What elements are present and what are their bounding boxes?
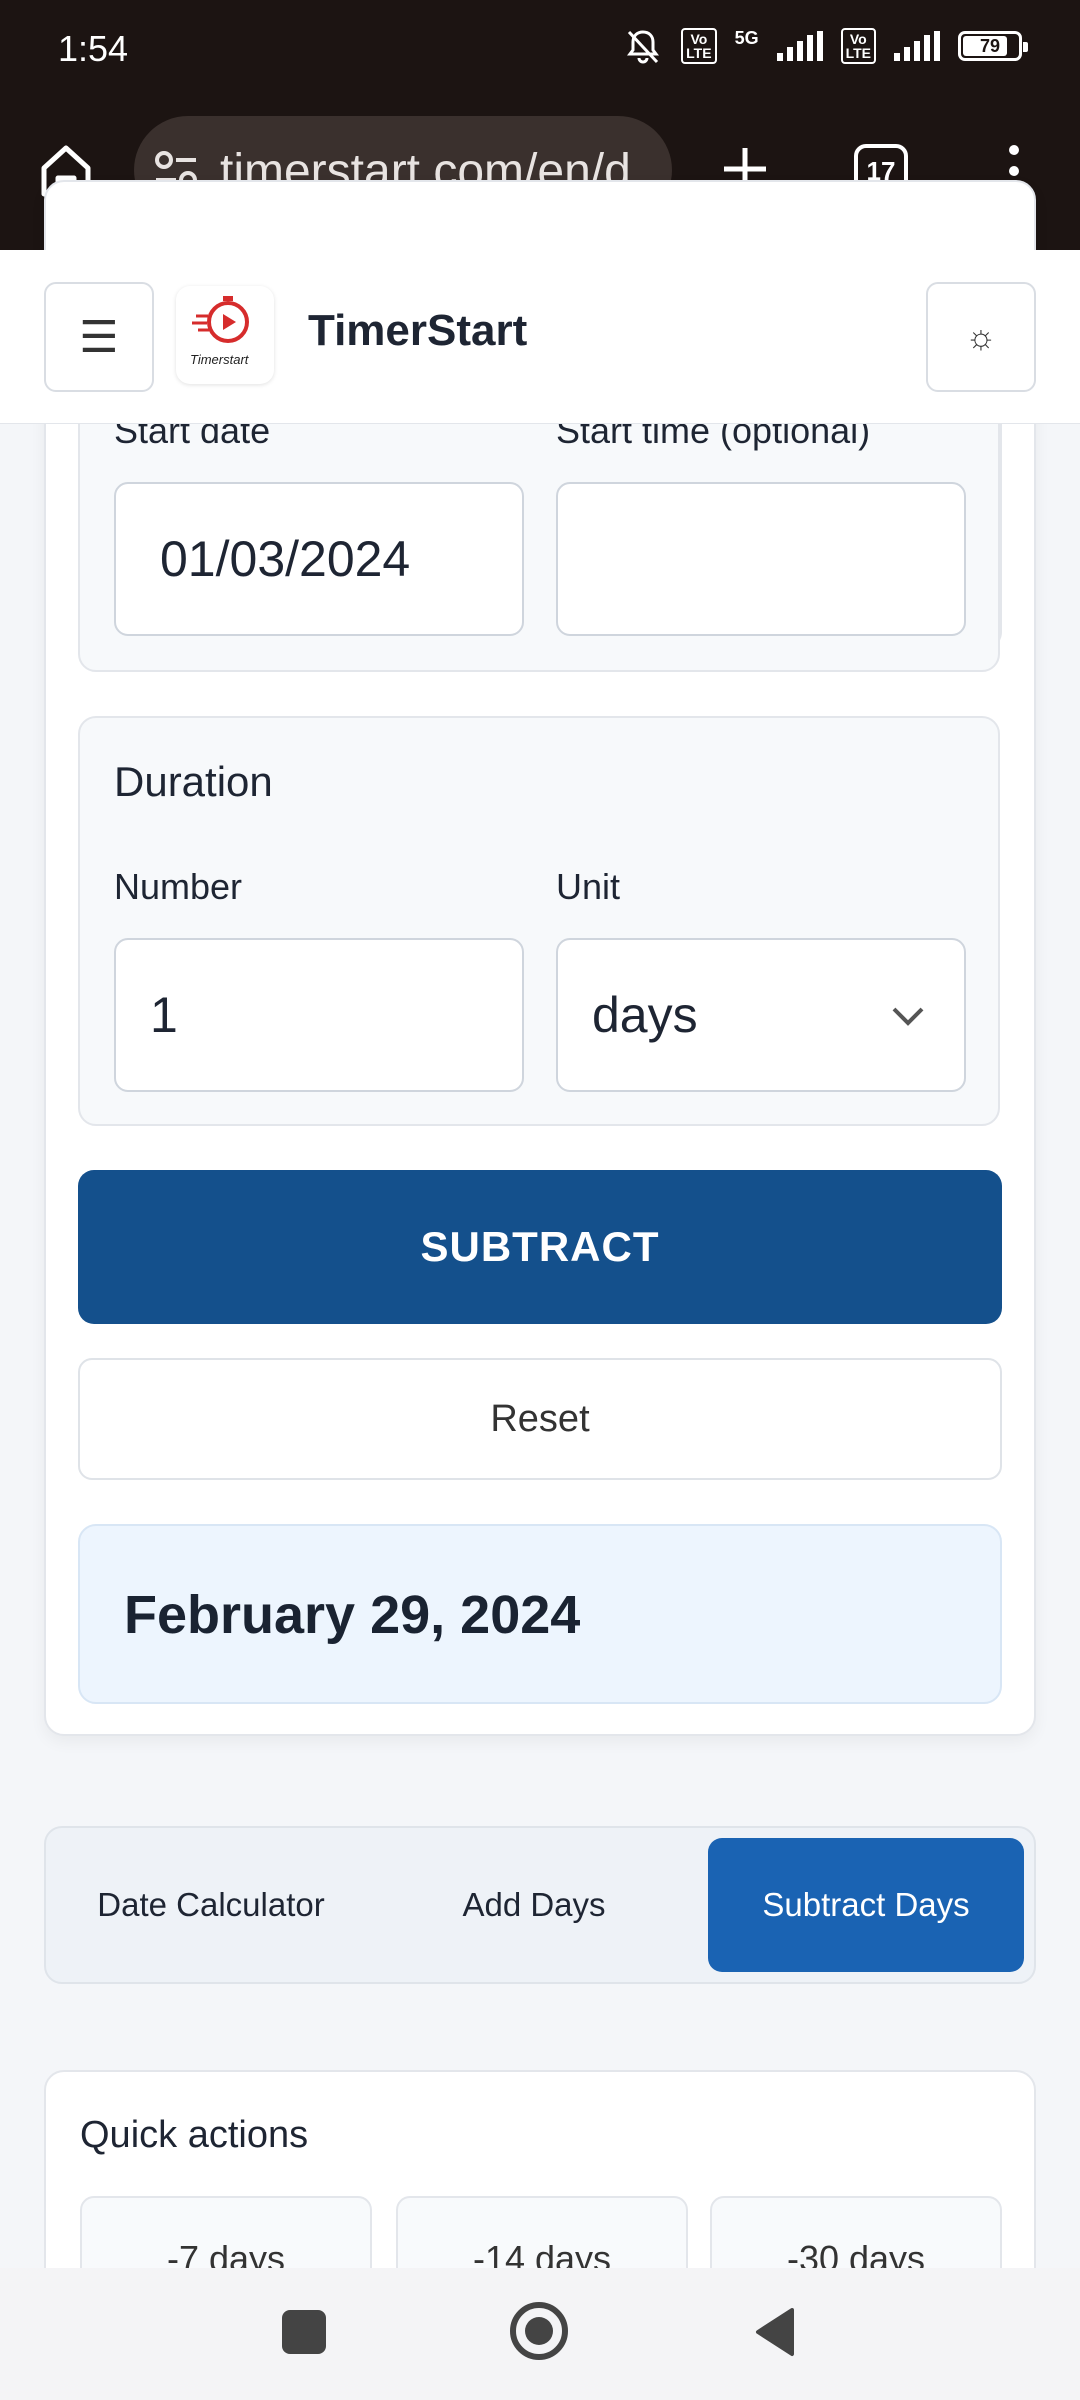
- theme-toggle-button[interactable]: ☼: [926, 282, 1036, 392]
- start-date-value: 01/03/2024: [160, 531, 411, 587]
- tab-add-days[interactable]: Add Days: [376, 1838, 692, 1972]
- signal-icon: [776, 31, 823, 61]
- battery-level: 79: [979, 35, 1001, 56]
- subtract-button[interactable]: SUBTRACT: [78, 1170, 1002, 1324]
- signal-icon-2: [894, 31, 940, 61]
- home-nav-icon[interactable]: [510, 2302, 568, 2360]
- hamburger-icon: ☰: [79, 312, 119, 362]
- tab-date-calculator[interactable]: Date Calculator: [56, 1838, 366, 1972]
- number-input[interactable]: 1: [114, 938, 524, 1092]
- battery-icon: 79: [958, 31, 1028, 61]
- status-icons: Vo LTE 5G Vo LTE 79: [623, 28, 1028, 64]
- volte-icon: Vo LTE: [681, 28, 717, 64]
- sun-icon: ☼: [965, 317, 997, 356]
- recents-icon[interactable]: [282, 2310, 326, 2354]
- unit-value: days: [592, 987, 698, 1043]
- site-title[interactable]: TimerStart: [308, 306, 527, 356]
- logo[interactable]: Timerstart: [176, 286, 274, 384]
- start-date-input[interactable]: 01/03/2024: [114, 482, 524, 636]
- quick-actions-title: Quick actions: [80, 2114, 309, 2156]
- system-nav-bar: [0, 2268, 1080, 2400]
- reset-button[interactable]: Reset: [78, 1358, 1002, 1480]
- chevron-down-icon: [892, 1007, 924, 1026]
- silent-bell-icon: [627, 30, 660, 64]
- logo-wordmark: Timerstart: [190, 352, 249, 367]
- mode-tabs: Date Calculator Add Days Subtract Days: [44, 1826, 1036, 1984]
- menu-button[interactable]: ☰: [44, 282, 154, 392]
- site-header: ☰ Timerstart TimerStart ☼: [0, 250, 1080, 424]
- start-time-input[interactable]: [556, 482, 966, 636]
- number-value: 1: [150, 987, 178, 1043]
- stopwatch-logo-icon: [192, 296, 249, 343]
- volte-icon-2: Vo LTE: [840, 28, 876, 64]
- status-time: 1:54: [58, 28, 129, 69]
- tab-subtract-days[interactable]: Subtract Days: [708, 1838, 1024, 1972]
- unit-select[interactable]: days: [556, 938, 966, 1092]
- status-bar: 1:54 Vo LTE 5G Vo LTE 79: [0, 0, 1080, 102]
- back-icon[interactable]: [752, 2306, 796, 2358]
- network-type: 5G: [734, 28, 759, 48]
